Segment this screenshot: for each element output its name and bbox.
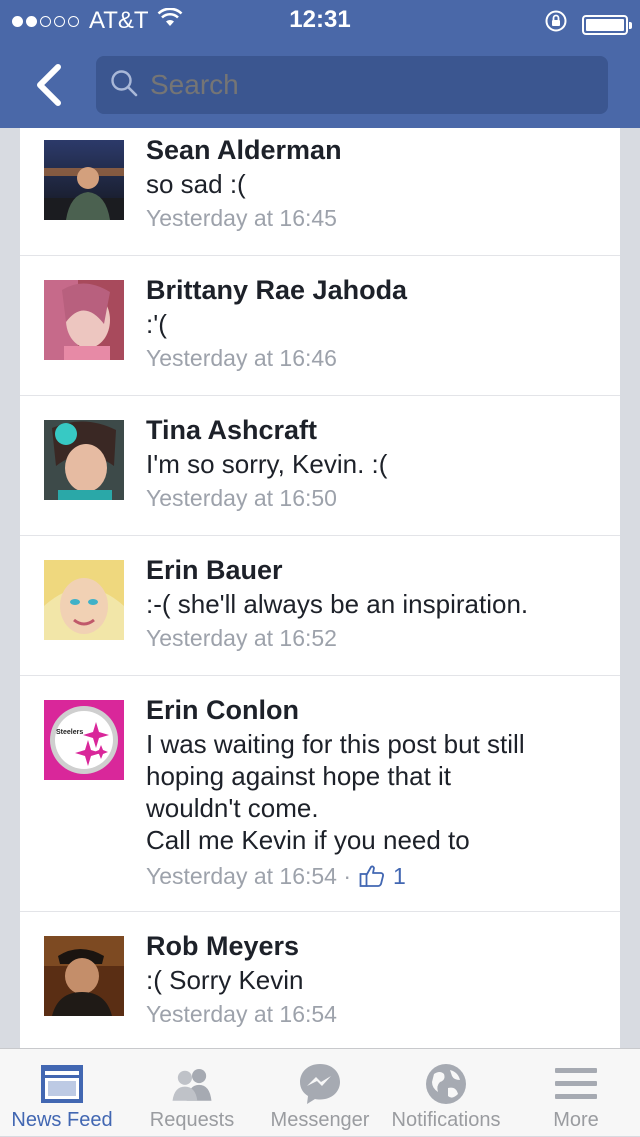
status-right: [544, 9, 632, 40]
comment-item: Steelers Erin Conlon I was waiting for t…: [20, 676, 620, 912]
tab-bar: News Feed Requests Messenger Notificatio…: [0, 1048, 640, 1136]
search-bar[interactable]: [96, 56, 608, 114]
avatar[interactable]: [44, 936, 124, 1016]
comment-timestamp[interactable]: Yesterday at 16:45: [146, 202, 337, 234]
comment-meta: Yesterday at 16:52: [146, 622, 602, 654]
comment-timestamp[interactable]: Yesterday at 16:54: [146, 998, 337, 1030]
tab-label: Messenger: [270, 1109, 370, 1131]
comment-body: Erin Conlon I was waiting for this post …: [146, 694, 602, 892]
tab-messenger[interactable]: Messenger: [260, 1049, 380, 1137]
comment-body: Brittany Rae Jahoda :'( Yesterday at 16:…: [146, 274, 602, 374]
comment-text: :( Sorry Kevin: [146, 965, 304, 995]
comment-timestamp[interactable]: Yesterday at 16:54 ·: [146, 860, 351, 892]
tab-more[interactable]: More: [516, 1049, 636, 1137]
friends-icon: [169, 1061, 215, 1107]
comment-body: Erin Bauer :-( she'll always be an inspi…: [146, 554, 602, 654]
search-input[interactable]: [150, 69, 550, 101]
commenter-name[interactable]: Erin Bauer: [146, 554, 602, 586]
commenter-name[interactable]: Tina Ashcraft: [146, 414, 602, 446]
comment-timestamp[interactable]: Yesterday at 16:50: [146, 482, 337, 514]
menu-icon: [553, 1061, 599, 1107]
avatar[interactable]: [44, 420, 124, 500]
comment-text: so sad :(: [146, 169, 246, 199]
tab-label: More: [553, 1109, 599, 1131]
battery-icon: [582, 14, 632, 35]
comment-text: :'(: [146, 309, 167, 339]
thumbs-up-icon: [359, 865, 384, 887]
news-feed-icon: [39, 1061, 85, 1107]
chevron-left-icon: [37, 64, 61, 106]
tab-label: News Feed: [11, 1109, 113, 1131]
comment-item: Brittany Rae Jahoda :'( Yesterday at 16:…: [20, 256, 620, 396]
tab-label: Notifications: [391, 1109, 501, 1131]
comment-item: Rob Meyers :( Sorry Kevin Yesterday at 1…: [20, 912, 620, 1048]
back-button[interactable]: [26, 60, 70, 110]
globe-icon: [423, 1061, 469, 1107]
comment-list: Sean Alderman so sad :( Yesterday at 16:…: [20, 128, 620, 1048]
like-count: 1: [393, 863, 406, 889]
like-count-button[interactable]: 1: [359, 860, 406, 892]
comment-body: Rob Meyers :( Sorry Kevin Yesterday at 1…: [146, 930, 602, 1030]
tab-requests[interactable]: Requests: [130, 1049, 254, 1137]
comment-timestamp[interactable]: Yesterday at 16:52: [146, 622, 337, 654]
avatar[interactable]: [44, 140, 124, 220]
commenter-name[interactable]: Rob Meyers: [146, 930, 602, 962]
avatar[interactable]: [44, 560, 124, 640]
tab-label: Requests: [149, 1109, 235, 1131]
commenter-name[interactable]: Erin Conlon: [146, 694, 602, 726]
comment-text: :-( she'll always be an inspiration.: [146, 589, 529, 619]
comment-item: Tina Ashcraft I'm so sorry, Kevin. :( Ye…: [20, 396, 620, 536]
tab-notifications[interactable]: Notifications: [384, 1049, 508, 1137]
comment-text: I was waiting for this post but still ho…: [146, 729, 525, 855]
nav-header: AT&T 12:31: [0, 0, 640, 128]
status-bar: AT&T 12:31: [0, 0, 640, 40]
avatar[interactable]: [44, 280, 124, 360]
search-icon: [110, 69, 138, 102]
tab-news-feed[interactable]: News Feed: [0, 1049, 124, 1137]
comment-item: Erin Bauer :-( she'll always be an inspi…: [20, 536, 620, 676]
comment-meta: Yesterday at 16:54 · 1: [146, 860, 602, 892]
comment-body: Sean Alderman so sad :( Yesterday at 16:…: [146, 134, 602, 234]
svg-text:Steelers: Steelers: [56, 729, 83, 736]
orientation-lock-icon: [544, 9, 568, 40]
comment-text: I'm so sorry, Kevin. :(: [146, 449, 388, 479]
comment-meta: Yesterday at 16:45: [146, 202, 602, 234]
comment-item: Sean Alderman so sad :( Yesterday at 16:…: [20, 128, 620, 256]
comment-meta: Yesterday at 16:50: [146, 482, 602, 514]
comment-timestamp[interactable]: Yesterday at 16:46: [146, 342, 337, 374]
commenter-name[interactable]: Sean Alderman: [146, 134, 602, 166]
commenter-name[interactable]: Brittany Rae Jahoda: [146, 274, 602, 306]
comment-meta: Yesterday at 16:54: [146, 998, 602, 1030]
comment-meta: Yesterday at 16:46: [146, 342, 602, 374]
avatar[interactable]: Steelers: [44, 700, 124, 780]
messenger-icon: [297, 1061, 343, 1107]
comment-body: Tina Ashcraft I'm so sorry, Kevin. :( Ye…: [146, 414, 602, 514]
